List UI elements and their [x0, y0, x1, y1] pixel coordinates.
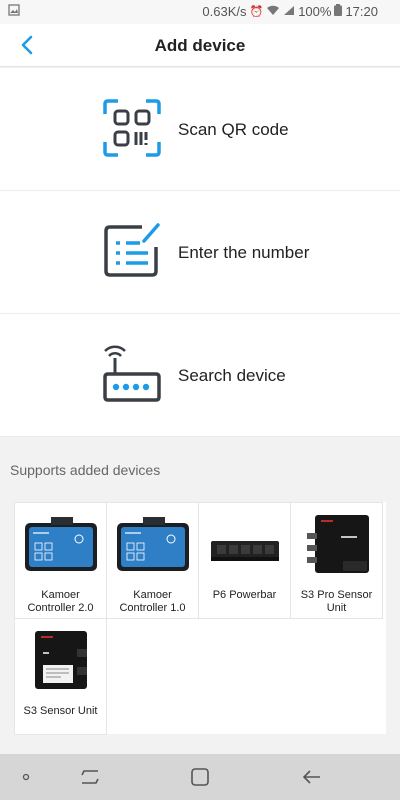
recent-apps-button[interactable]: [78, 766, 102, 788]
alarm-icon: ⏰: [249, 6, 264, 18]
clock: 17:20: [345, 4, 378, 19]
edit-form-icon: [104, 223, 160, 277]
dot-icon: [22, 773, 30, 781]
system-nav-bar: [0, 754, 400, 800]
recent-apps-icon: [81, 770, 99, 784]
device-card-controller-2[interactable]: Kamoer Controller 2.0: [14, 502, 107, 619]
device-card-p6-powerbar[interactable]: P6 Powerbar: [198, 502, 291, 619]
signal-icon: [283, 5, 295, 19]
router-search-icon: [103, 345, 161, 402]
search-device-option[interactable]: Search device: [0, 314, 400, 437]
supported-devices-grid: Kamoer Controller 2.0 Kamoer Controller …: [14, 502, 386, 735]
qr-scan-icon: [103, 99, 161, 157]
device-card-s3[interactable]: S3 Sensor Unit: [14, 618, 107, 735]
scan-qr-label: Scan QR code: [178, 120, 289, 139]
app-bar: Add device: [0, 24, 400, 67]
enter-number-option[interactable]: Enter the number: [0, 191, 400, 314]
home-button[interactable]: [188, 766, 212, 788]
device-name: S3 Pro Sensor Unit: [300, 589, 373, 614]
add-method-list: Scan QR code Enter the number Search dev…: [0, 68, 400, 437]
device-name: S3 Sensor Unit: [23, 705, 98, 717]
supported-devices-heading: Supports added devices: [10, 462, 161, 478]
status-bar: 0.63K/s ⏰ 100% 17:20: [0, 0, 400, 24]
device-card-controller-1[interactable]: Kamoer Controller 1.0: [106, 502, 199, 619]
gallery-notification-icon: [8, 4, 20, 19]
device-name: Kamoer Controller 1.0: [119, 589, 186, 614]
controller-2-image: [25, 517, 97, 571]
home-icon: [191, 768, 209, 786]
wifi-icon: [266, 5, 280, 19]
device-name: P6 Powerbar: [212, 589, 277, 601]
back-arrow-icon: [302, 770, 320, 784]
enter-number-label: Enter the number: [178, 243, 310, 262]
device-name: Kamoer Controller 2.0: [27, 589, 94, 614]
scan-qr-option[interactable]: Scan QR code: [0, 68, 400, 191]
powerbar-image: [211, 541, 279, 561]
back-nav-button[interactable]: [300, 766, 324, 788]
nav-dot-button[interactable]: [14, 766, 38, 788]
battery-level: 100%: [298, 4, 332, 19]
battery-icon: [334, 4, 343, 19]
s3-image: [35, 631, 87, 689]
s3-pro-image: [307, 515, 369, 573]
controller-1-image: [117, 517, 189, 571]
device-card-s3-pro[interactable]: S3 Pro Sensor Unit: [290, 502, 383, 619]
network-speed: 0.63K/s: [202, 4, 247, 19]
page-title: Add device: [154, 36, 246, 55]
search-device-label: Search device: [178, 366, 286, 385]
